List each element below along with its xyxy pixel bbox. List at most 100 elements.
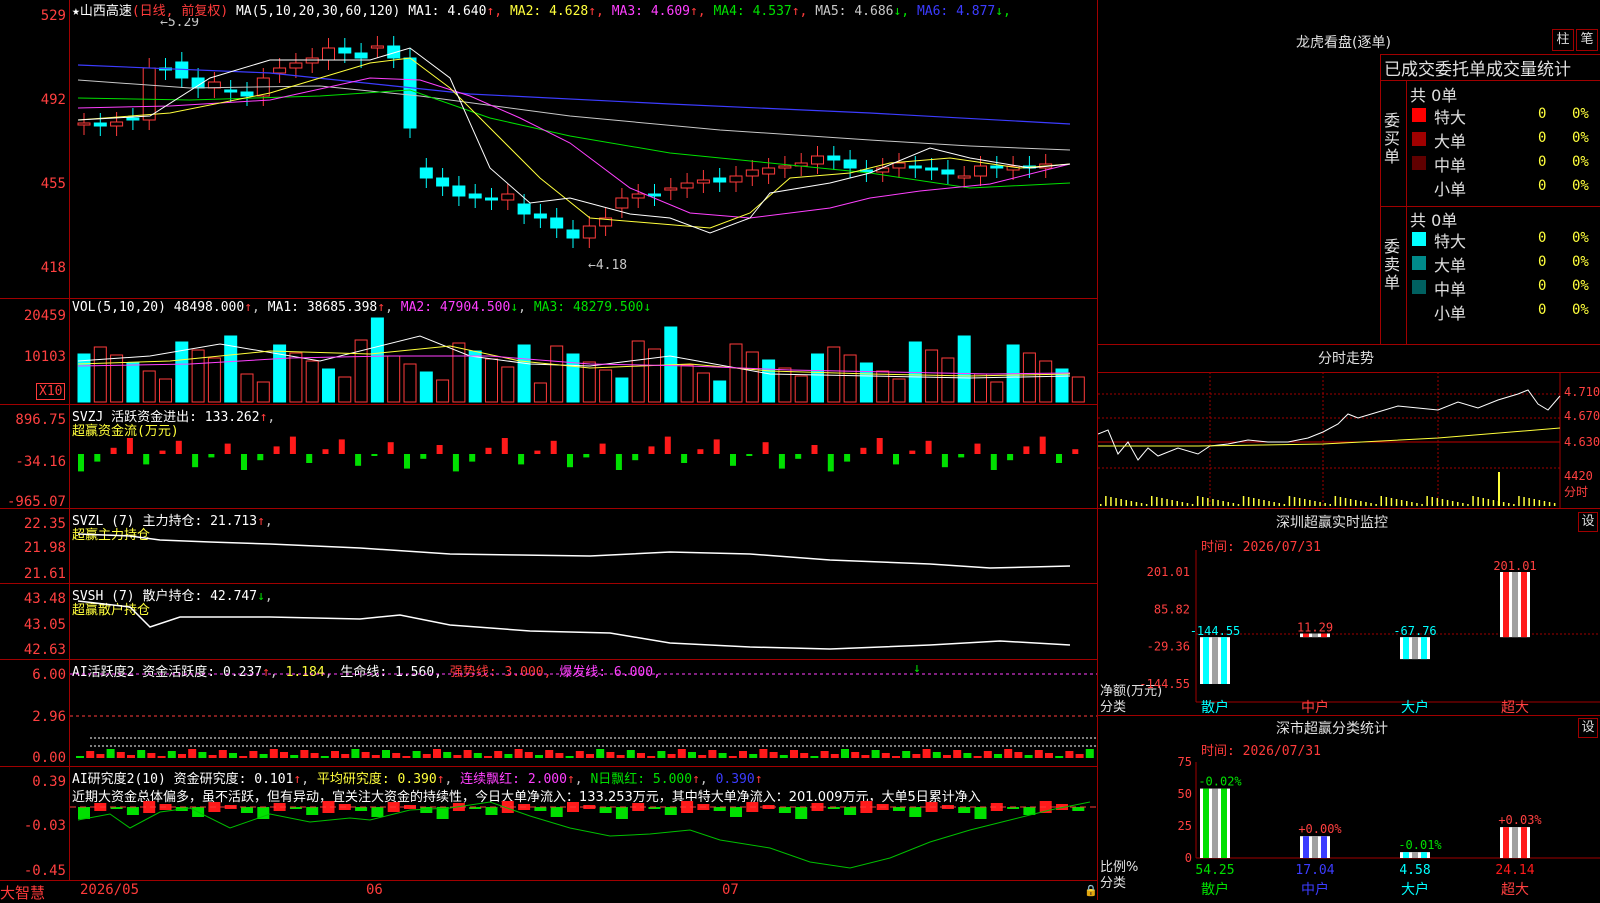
- swatch-icon: [1412, 156, 1426, 170]
- flow-bar: [1056, 454, 1062, 463]
- lock-icon[interactable]: 🔒: [1084, 884, 1098, 897]
- candle: [322, 47, 335, 61]
- activity-bar: [382, 750, 390, 758]
- volume-bar: [827, 346, 841, 403]
- order-type-label: 小单: [1434, 304, 1467, 323]
- flow-bar: [958, 454, 965, 458]
- intraday-volume-tick: [1477, 497, 1479, 506]
- candle: [403, 57, 417, 129]
- volume-bar: [159, 378, 172, 403]
- intraday-volume-tick: [1518, 496, 1520, 506]
- activity-bar: [790, 750, 798, 758]
- activity-bar: [208, 755, 217, 758]
- activity-bar: [259, 754, 268, 758]
- volume-bar: [338, 376, 352, 403]
- intraday-volume-tick: [1421, 504, 1423, 506]
- swatch-icon: [1412, 180, 1426, 194]
- ai-activity-chart[interactable]: ↓: [70, 660, 1097, 766]
- volume-chart[interactable]: [70, 316, 1097, 404]
- monitor-settings-button[interactable]: 设: [1578, 512, 1598, 532]
- star-icon[interactable]: ★: [72, 4, 80, 19]
- intraday-volume-tick: [1472, 496, 1474, 506]
- activity-bar: [433, 749, 441, 758]
- activity-bar: [851, 752, 860, 758]
- tick-view-button[interactable]: 笔: [1576, 29, 1598, 51]
- monitor-bar: [1200, 637, 1230, 684]
- period-label[interactable]: (日线, 前复权): [132, 4, 228, 19]
- activity-bar: [229, 753, 237, 758]
- activity-bar: [983, 751, 992, 758]
- activity-bar: [402, 756, 411, 758]
- fund-flow-chart[interactable]: [70, 406, 1097, 508]
- order-type-label: 特大: [1434, 108, 1467, 127]
- intraday-chart[interactable]: 4.710 4.670 4.630 4420 分时: [1098, 372, 1600, 508]
- activity-bar: [188, 749, 197, 758]
- activity-bar: [902, 751, 911, 758]
- candle: [811, 155, 824, 165]
- activity-bar: [351, 749, 360, 758]
- volume-bar: [93, 346, 107, 403]
- activity-bar: [269, 749, 278, 758]
- activity-bar: [484, 756, 492, 758]
- monitor-bar-chart[interactable]: 201.0185.82-29.36-144.55 -144.55散户11.29中…: [1098, 550, 1600, 715]
- ai-research-chart[interactable]: [70, 800, 1097, 880]
- activity-bar: [535, 755, 543, 758]
- retail-holding-chart[interactable]: [70, 585, 1097, 659]
- intraday-volume-tick: [1222, 501, 1224, 506]
- activity-bar: [912, 754, 921, 758]
- activity-bar: [739, 751, 747, 758]
- activity-bar: [249, 751, 258, 758]
- vol-unit-badge[interactable]: X10: [36, 383, 66, 400]
- ai-active-tick: 2.96: [32, 709, 66, 725]
- research-bar: [420, 807, 433, 813]
- vol-tick: 20459: [23, 308, 66, 324]
- volume-bar: [533, 382, 547, 403]
- volume-bar: [517, 344, 531, 403]
- ma-prefix: MA(5,10,20,30,60,120): [235, 4, 401, 19]
- intraday-volume-tick: [1446, 500, 1449, 506]
- activity-bar: [443, 752, 452, 758]
- activity-bar: [412, 751, 421, 758]
- main-holding-chart[interactable]: [70, 510, 1097, 583]
- intraday-volume-tick: [1258, 499, 1260, 506]
- column-view-button[interactable]: 柱: [1552, 29, 1574, 51]
- flow-bar: [615, 454, 622, 470]
- svzl-tick: 22.35: [23, 516, 66, 532]
- intraday-volume-tick: [1212, 499, 1214, 506]
- flow-bar: [876, 438, 883, 454]
- class-bar-label: 中户: [1301, 881, 1329, 898]
- research-bar: [958, 807, 971, 813]
- research-bar: [485, 807, 498, 815]
- candle: [745, 169, 759, 177]
- intraday-volume-tick: [1202, 497, 1204, 506]
- volume-bar: [794, 375, 808, 403]
- order-type-label: 特大: [1434, 232, 1467, 251]
- intraday-volume-tick: [1329, 504, 1331, 506]
- candle: [843, 159, 857, 169]
- vol-tick: 10103: [23, 349, 66, 365]
- order-count: 0: [1538, 154, 1547, 170]
- swatch-icon: [1412, 256, 1426, 270]
- volume-bar: [843, 354, 857, 403]
- svsh-tick: 43.05: [23, 617, 66, 633]
- order-type-label: 大单: [1434, 256, 1467, 275]
- flow-bar: [1007, 454, 1014, 461]
- class-bar-chart[interactable]: 75 50 25 0 -0.02% 54.25 散户 +0.00% 17.04 中户 -0.01%…: [1098, 756, 1600, 900]
- class-settings-button[interactable]: 设: [1578, 718, 1598, 738]
- candlestick-chart[interactable]: ←5.29 ←4.18: [70, 18, 1097, 298]
- svzl-tick: 21.98: [23, 540, 66, 556]
- research-bar: [974, 807, 987, 819]
- divider: [1098, 344, 1600, 345]
- research-bar: [355, 807, 368, 811]
- activity-bar: [86, 751, 95, 758]
- flow-bar: [306, 454, 313, 463]
- class-bar: [1400, 852, 1430, 858]
- svg-text:分时: 分时: [1564, 485, 1588, 499]
- main-chart-area[interactable]: ★山西高速(日线, 前复权) MA(5,10,20,30,60,120) MA1…: [0, 0, 1098, 902]
- monitor-bar-label: 大户: [1401, 699, 1429, 715]
- vol-ma2: MA2: 47904.500: [400, 300, 511, 315]
- intraday-volume-tick: [1355, 500, 1357, 506]
- monitor-bar: [1500, 572, 1530, 638]
- ma-value-4: MA4: 4.537: [705, 4, 792, 19]
- volume-bar: [876, 370, 890, 403]
